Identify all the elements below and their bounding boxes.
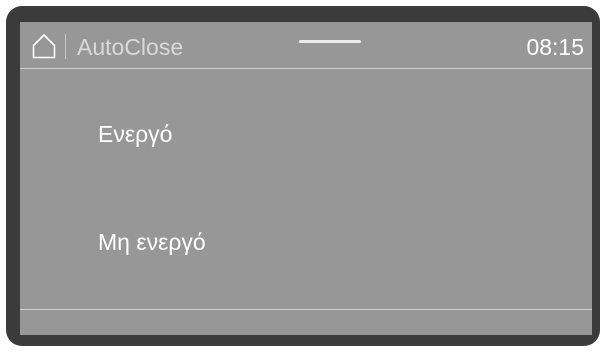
option-on[interactable]: Ενεργό [20,104,592,164]
option-off-label: Μη ενεργό [98,229,206,255]
option-on-label: Ενεργό [98,121,173,147]
home-icon [32,34,56,59]
display-screen: AutoClose 08:15 Ενεργό Μη ενεργό [20,22,592,335]
device-bezel: AutoClose 08:15 Ενεργό Μη ενεργό [6,6,600,346]
footer-bar [20,310,592,335]
clock: 08:15 [526,34,584,60]
page-title: AutoClose [77,34,184,60]
header-divider [65,34,66,59]
option-off[interactable]: Μη ενεργό [20,212,592,272]
header-bar: AutoClose 08:15 [20,22,592,68]
home-button[interactable] [32,33,56,59]
header-separator [20,68,592,69]
